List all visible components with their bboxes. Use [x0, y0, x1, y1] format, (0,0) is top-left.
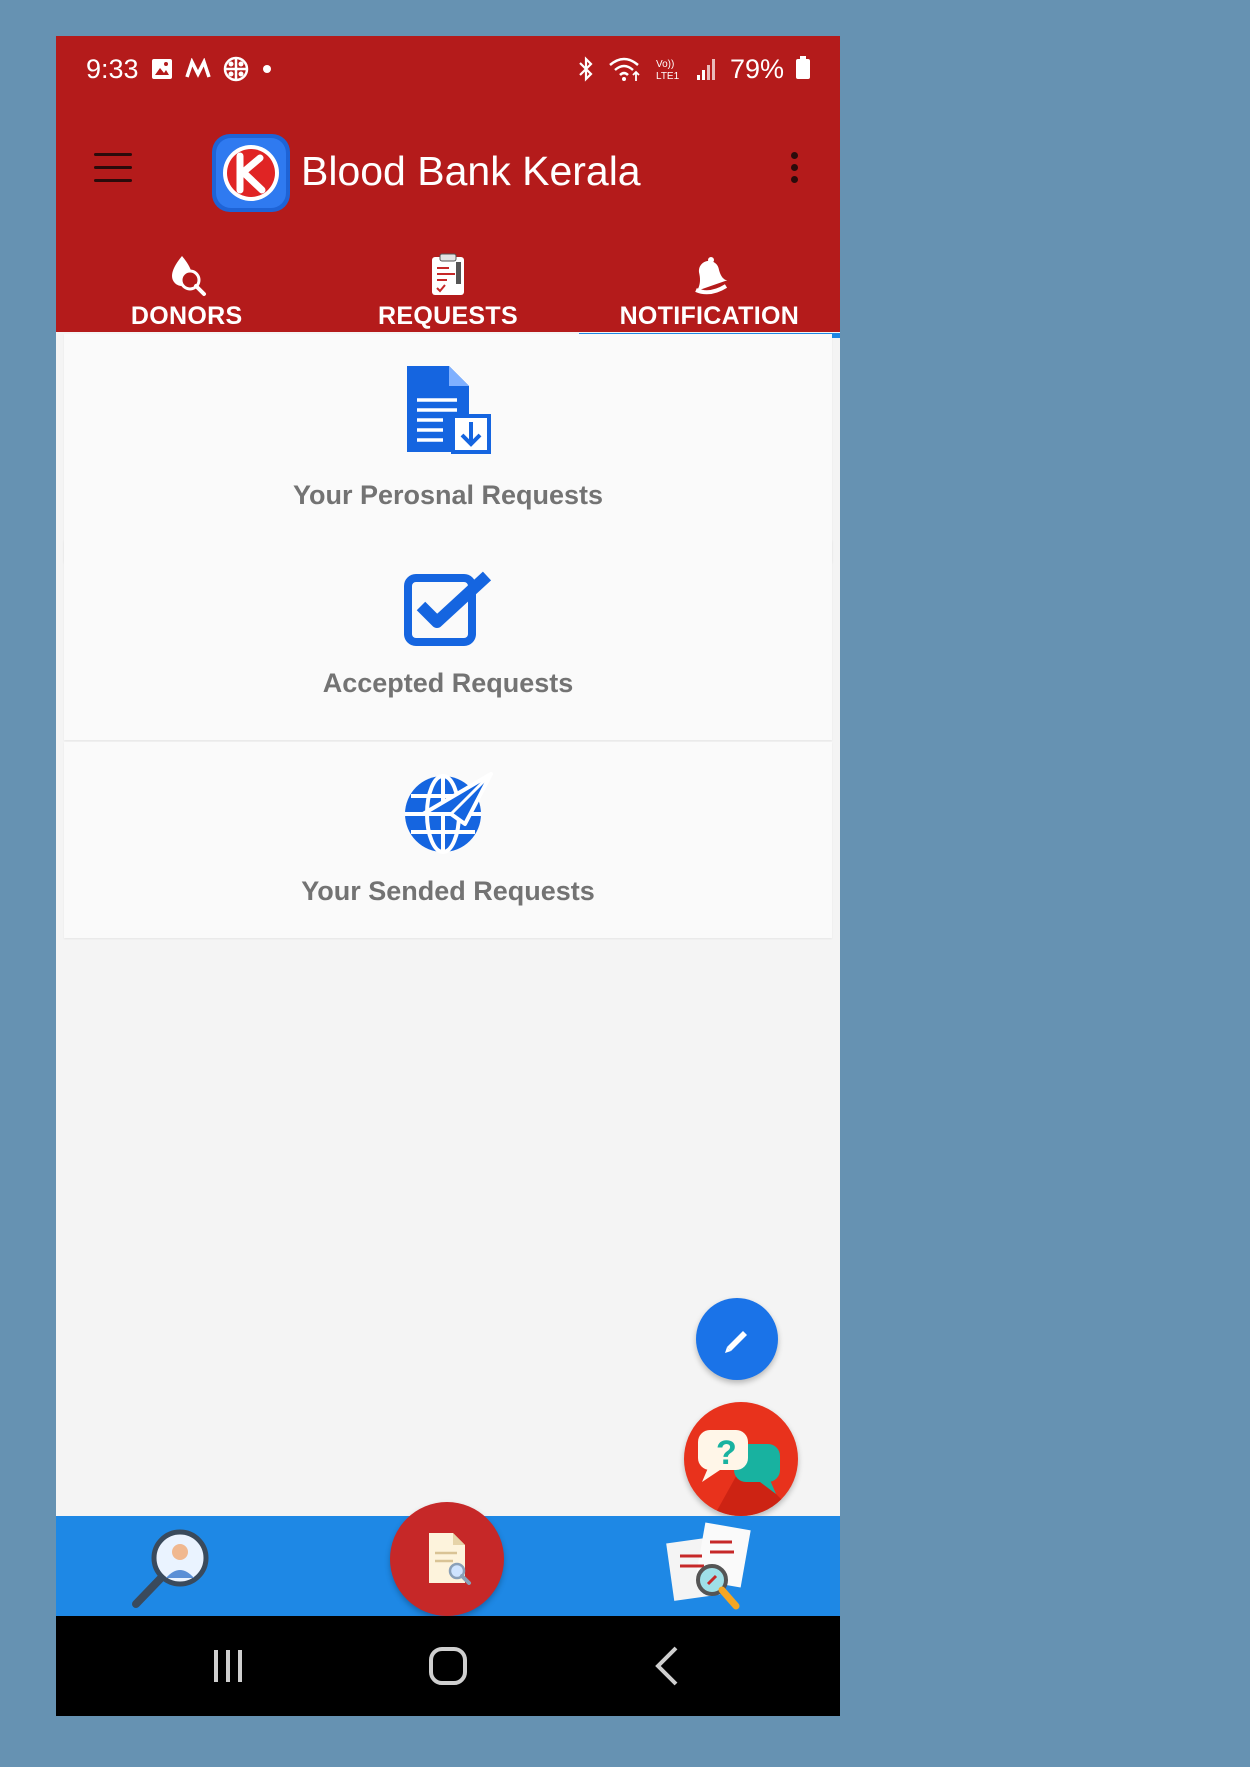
accepted-requests-label: Accepted Requests	[322, 668, 574, 698]
home-icon[interactable]	[426, 1644, 470, 1688]
sended-requests-label: Your Sended Requests	[301, 876, 595, 906]
recents-icon[interactable]	[208, 1644, 248, 1688]
status-time: 9:33	[86, 53, 139, 84]
gallery-icon	[151, 59, 172, 79]
volte-icon: Vo)) LTE1	[656, 59, 680, 82]
accepted-requests-card[interactable]: Accepted Requests	[64, 540, 832, 740]
svg-text:LTE1: LTE1	[656, 71, 680, 82]
svg-text:Vo)): Vo))	[656, 59, 674, 70]
personal-requests-label: Your Perosnal Requests	[292, 480, 604, 510]
request-doc-search-button[interactable]	[390, 1502, 504, 1616]
status-bar: 9:33 Vo)) LTE1 79%	[56, 36, 840, 102]
more-options-icon[interactable]	[789, 152, 799, 188]
document-download-icon	[407, 366, 491, 454]
tab-notification-label: NOTIFICATION	[619, 302, 800, 330]
app-title: Blood Bank Kerala	[301, 148, 641, 194]
tab-requests[interactable]: REQUESTS	[317, 252, 578, 332]
wifi-icon	[609, 57, 640, 81]
clipboard-icon	[431, 253, 464, 295]
bell-icon	[695, 257, 728, 295]
svg-text:?: ?	[716, 1434, 737, 1472]
app-logo	[212, 134, 290, 212]
bluetooth-icon	[579, 56, 593, 82]
battery-icon	[796, 56, 810, 79]
tab-notification[interactable]: NOTIFICATION	[578, 252, 840, 338]
donor-search-icon	[171, 256, 206, 296]
signal-icon	[696, 59, 715, 80]
app-bar: Blood Bank Kerala DONORS REQUESTS NOTIFI…	[56, 102, 840, 338]
checkbox-icon	[404, 571, 492, 646]
phone-screen: 9:33 Vo)) LTE1 79% Blood Bank Kerala DON…	[56, 36, 840, 1716]
menu-icon[interactable]	[94, 153, 132, 183]
system-navigation-bar	[56, 1616, 840, 1716]
help-fab[interactable]: ?	[684, 1402, 798, 1516]
pencil-icon	[725, 1331, 747, 1353]
edit-fab[interactable]	[696, 1298, 778, 1380]
personal-requests-card[interactable]: Your Perosnal Requests	[64, 334, 832, 562]
help-chat-icon: ?	[698, 1430, 798, 1516]
globe-send-icon	[405, 772, 493, 854]
request-doc-search-icon	[429, 1533, 471, 1585]
app-icon	[223, 56, 248, 82]
tab-bar: DONORS REQUESTS NOTIFICATION	[56, 252, 840, 338]
back-icon[interactable]	[648, 1644, 688, 1688]
tab-donors-label: DONORS	[130, 302, 243, 330]
tab-donors[interactable]: DONORS	[56, 252, 317, 332]
m-app-icon	[184, 58, 211, 78]
battery-percent: 79%	[729, 53, 784, 84]
reports-search-icon[interactable]	[664, 1520, 760, 1616]
tab-requests-label: REQUESTS	[378, 302, 518, 330]
sended-requests-card[interactable]: Your Sended Requests	[64, 742, 832, 938]
search-donor-icon[interactable]	[128, 1522, 220, 1614]
dot-icon	[262, 65, 271, 73]
